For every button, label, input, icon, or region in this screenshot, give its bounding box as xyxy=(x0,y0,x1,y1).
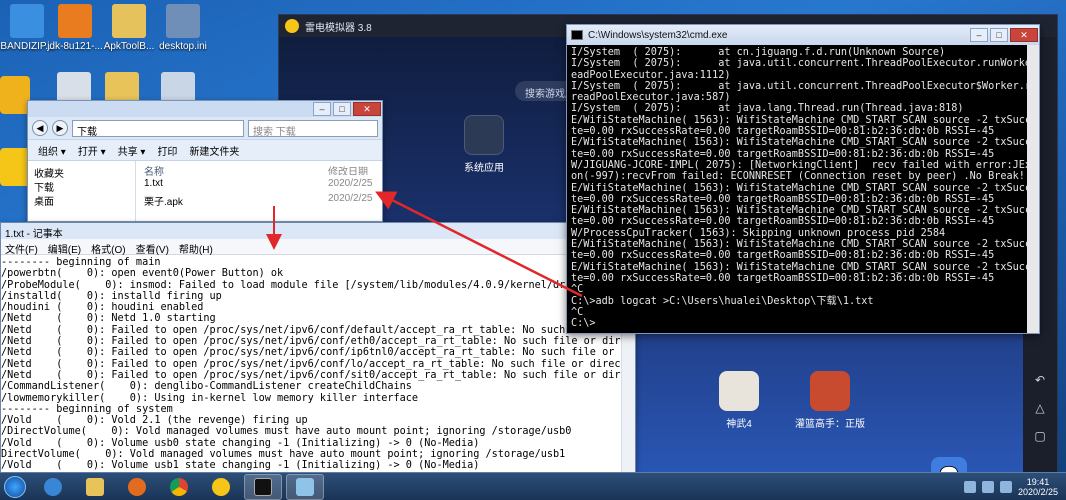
arrow-cmd-to-file xyxy=(375,191,583,298)
taskbar-ie[interactable] xyxy=(34,474,72,500)
windows-logo-icon xyxy=(4,475,26,498)
notepad-icon xyxy=(296,477,314,496)
clock-time: 19:41 xyxy=(1026,476,1050,487)
media-player-icon xyxy=(128,477,146,496)
taskbar: 19:41 2020/2/25 xyxy=(0,472,1066,500)
annotation-arrows xyxy=(266,191,583,298)
taskbar-chrome[interactable] xyxy=(160,474,198,500)
system-tray: 19:41 2020/2/25 xyxy=(963,477,1066,497)
desktop: BANDIZIP... jdk-8u121-... ApkToolB... de… xyxy=(0,0,1066,500)
start-button[interactable] xyxy=(0,474,30,500)
explorer-icon xyxy=(86,477,104,496)
volume-icon[interactable] xyxy=(981,480,994,493)
network-icon[interactable] xyxy=(963,480,976,493)
taskbar-explorer[interactable] xyxy=(76,474,114,500)
taskbar-cmd[interactable] xyxy=(244,473,282,500)
cmd-icon xyxy=(254,477,272,496)
ie-icon xyxy=(44,477,62,496)
clock-date: 2020/2/25 xyxy=(1017,486,1058,497)
language-icon[interactable] xyxy=(999,480,1012,493)
taskbar-notepad[interactable] xyxy=(286,473,324,500)
ldplayer-icon xyxy=(212,477,230,496)
chrome-icon xyxy=(170,477,188,496)
taskbar-ldplayer[interactable] xyxy=(202,474,240,500)
clock[interactable]: 19:41 2020/2/25 xyxy=(1018,477,1058,497)
taskbar-media[interactable] xyxy=(118,474,156,500)
